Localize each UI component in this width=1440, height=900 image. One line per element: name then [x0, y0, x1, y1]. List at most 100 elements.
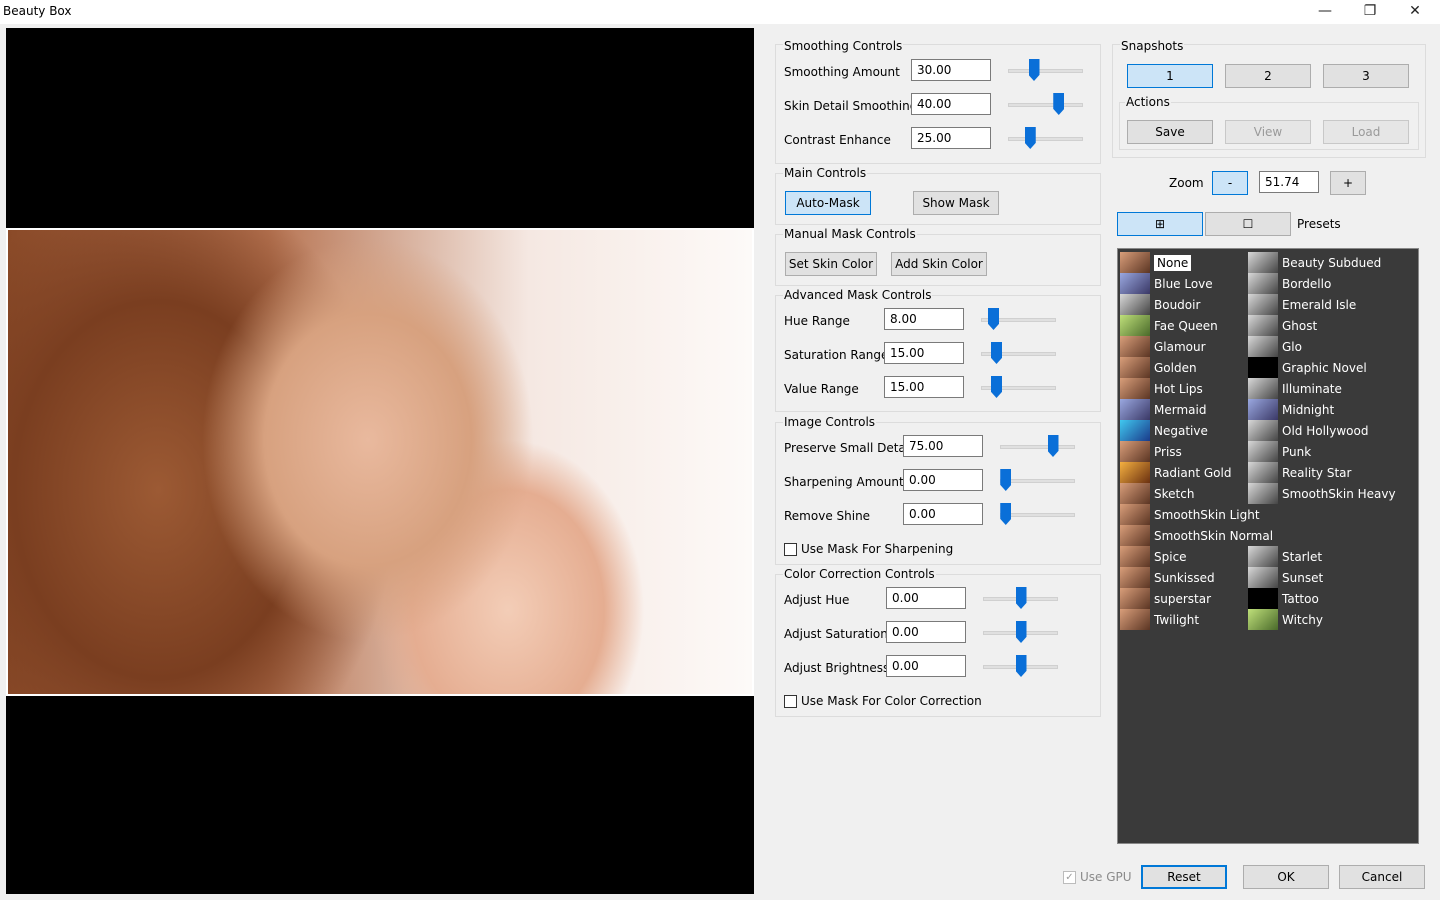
preset-item[interactable]: Glamour	[1120, 336, 1206, 357]
preset-item[interactable]: Boudoir	[1120, 294, 1200, 315]
preset-item[interactable]: Beauty Subdued	[1248, 252, 1381, 273]
slider-track[interactable]	[1008, 137, 1083, 141]
use-gpu-checkbox[interactable]: ✓ Use GPU	[1063, 870, 1132, 884]
control-value-input[interactable]	[903, 435, 983, 457]
control-slider[interactable]	[1008, 59, 1083, 83]
preset-item[interactable]: Spice	[1120, 546, 1187, 567]
presets-list[interactable]: None Blue Love Boudoir Fae Queen Glamour Gold…	[1117, 248, 1419, 844]
slider-thumb[interactable]	[988, 308, 999, 330]
use-mask-color-checkbox[interactable]: Use Mask For Color Correction	[784, 694, 982, 708]
slider-track[interactable]	[1008, 69, 1083, 73]
slider-thumb[interactable]	[1000, 503, 1012, 525]
control-slider[interactable]	[1000, 469, 1075, 493]
slider-thumb[interactable]	[1015, 655, 1027, 677]
preset-item[interactable]: Tattoo	[1248, 588, 1319, 609]
control-slider[interactable]	[981, 342, 1056, 366]
control-slider[interactable]	[1008, 127, 1083, 151]
control-value-input[interactable]	[884, 342, 964, 364]
view-snapshot-button[interactable]: View	[1225, 120, 1311, 144]
preset-item[interactable]: Witchy	[1248, 609, 1323, 630]
preset-item[interactable]: Sketch	[1120, 483, 1194, 504]
slider-thumb[interactable]	[1000, 469, 1012, 491]
control-slider[interactable]	[983, 655, 1058, 679]
ok-button[interactable]: OK	[1243, 865, 1329, 889]
slider-track[interactable]	[1008, 103, 1083, 107]
cancel-button[interactable]: Cancel	[1339, 865, 1425, 889]
control-value-input[interactable]	[886, 621, 966, 643]
control-value-input[interactable]	[911, 59, 991, 81]
control-slider[interactable]	[1008, 93, 1083, 117]
slider-thumb[interactable]	[1028, 59, 1040, 81]
preset-item[interactable]: Priss	[1120, 441, 1182, 462]
control-slider[interactable]	[1000, 435, 1075, 459]
show-mask-button[interactable]: Show Mask	[913, 191, 999, 215]
load-snapshot-button[interactable]: Load	[1323, 120, 1409, 144]
snapshot-3-button[interactable]: 3	[1323, 64, 1409, 88]
slider-thumb[interactable]	[1015, 621, 1027, 643]
control-value-input[interactable]	[911, 127, 991, 149]
zoom-in-button[interactable]: +	[1330, 171, 1366, 195]
preset-item[interactable]: None	[1120, 252, 1192, 273]
slider-thumb[interactable]	[1015, 587, 1027, 609]
preset-item[interactable]: SmoothSkin Heavy	[1248, 483, 1396, 504]
use-mask-sharpening-checkbox[interactable]: Use Mask For Sharpening	[784, 542, 953, 556]
check-icon[interactable]: ✓	[1063, 870, 1076, 884]
preset-item[interactable]: Emerald Isle	[1248, 294, 1356, 315]
preset-item[interactable]: Illuminate	[1248, 378, 1342, 399]
preset-item[interactable]: Ghost	[1248, 315, 1317, 336]
set-skin-color-button[interactable]: Set Skin Color	[785, 252, 877, 276]
control-slider[interactable]	[981, 308, 1056, 332]
checkbox-box[interactable]	[784, 694, 797, 708]
preset-item[interactable]: Sunset	[1248, 567, 1323, 588]
preset-item[interactable]: Fae Queen	[1120, 315, 1218, 336]
control-value-input[interactable]	[884, 308, 964, 330]
control-value-input[interactable]	[886, 655, 966, 677]
control-value-input[interactable]	[884, 376, 964, 398]
reset-button[interactable]: Reset	[1141, 865, 1227, 889]
preset-item[interactable]: Graphic Novel	[1248, 357, 1367, 378]
preset-item[interactable]: SmoothSkin Light	[1120, 504, 1260, 525]
single-view-icon[interactable]: ☐	[1205, 212, 1291, 236]
preset-item[interactable]: SmoothSkin Normal	[1120, 525, 1273, 546]
slider-thumb[interactable]	[1053, 93, 1065, 115]
zoom-input[interactable]	[1259, 171, 1319, 193]
preset-item[interactable]: Midnight	[1248, 399, 1334, 420]
preset-item[interactable]: Punk	[1248, 441, 1311, 462]
slider-thumb[interactable]	[991, 342, 1002, 364]
add-skin-color-button[interactable]: Add Skin Color	[891, 252, 987, 276]
preset-item[interactable]: Radiant Gold	[1120, 462, 1231, 483]
control-slider[interactable]	[1000, 503, 1075, 527]
preset-item[interactable]: Bordello	[1248, 273, 1331, 294]
snapshot-2-button[interactable]: 2	[1225, 64, 1311, 88]
slider-track[interactable]	[1000, 479, 1075, 483]
control-slider[interactable]	[983, 621, 1058, 645]
preset-item[interactable]: Starlet	[1248, 546, 1322, 567]
preset-item[interactable]: Twilight	[1120, 609, 1199, 630]
preset-item[interactable]: Golden	[1120, 357, 1197, 378]
close-icon[interactable]: ✕	[1392, 0, 1438, 24]
preset-item[interactable]: Glo	[1248, 336, 1302, 357]
preset-item[interactable]: Blue Love	[1120, 273, 1213, 294]
preset-item[interactable]: superstar	[1120, 588, 1211, 609]
slider-track[interactable]	[1000, 513, 1075, 517]
slider-thumb[interactable]	[991, 376, 1002, 398]
checkbox-box[interactable]	[784, 542, 797, 556]
grid-view-icon[interactable]: ⊞	[1117, 212, 1203, 236]
slider-thumb[interactable]	[1047, 435, 1059, 457]
control-value-input[interactable]	[903, 469, 983, 491]
preset-item[interactable]: Reality Star	[1248, 462, 1351, 483]
preset-item[interactable]: Hot Lips	[1120, 378, 1203, 399]
control-value-input[interactable]	[911, 93, 991, 115]
restore-icon[interactable]: ❐	[1347, 0, 1393, 24]
control-slider[interactable]	[981, 376, 1056, 400]
slider-thumb[interactable]	[1024, 127, 1036, 149]
preset-item[interactable]: Sunkissed	[1120, 567, 1215, 588]
preset-item[interactable]: Negative	[1120, 420, 1208, 441]
zoom-out-button[interactable]: -	[1212, 171, 1248, 195]
preset-item[interactable]: Mermaid	[1120, 399, 1206, 420]
preview-canvas[interactable]	[6, 28, 754, 894]
slider-track[interactable]	[1000, 445, 1075, 449]
control-value-input[interactable]	[903, 503, 983, 525]
minimize-icon[interactable]: —	[1302, 0, 1348, 24]
snapshot-1-button[interactable]: 1	[1127, 64, 1213, 88]
